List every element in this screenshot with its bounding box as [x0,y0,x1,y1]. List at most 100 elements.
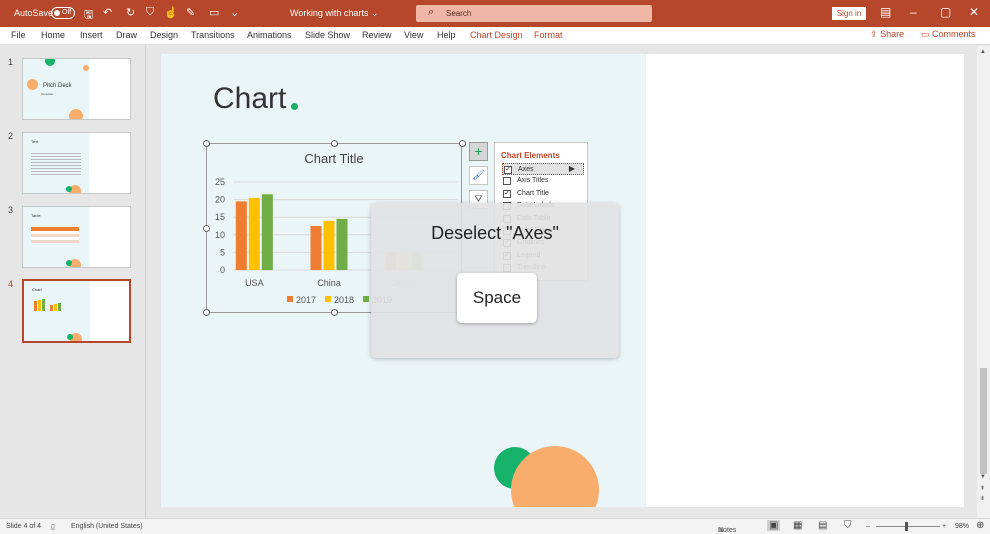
comments-button[interactable]: ▭ Comments [921,29,976,40]
chart-element-label: Chart Title [517,189,549,197]
legend-entry: 2017 [296,295,316,305]
slide-sorter-icon[interactable]: ▦ [793,520,802,531]
scroll-down-icon[interactable]: ▼ [980,474,986,480]
y-tick-label: 0 [220,265,225,275]
share-button[interactable]: ⇪ Share [870,29,904,40]
thumb-number: 1 [8,57,14,67]
comment-icon: ▭ [921,29,930,39]
tab-file[interactable]: File [11,30,26,40]
bar-usa-2019[interactable] [261,194,273,270]
thumb-bar [38,300,41,311]
y-tick-label: 25 [215,177,225,187]
submenu-arrow-icon[interactable]: ▶ [569,164,575,173]
thumb-title: Pitch Deck [43,83,72,89]
fit-to-window-icon[interactable]: ⊕ [976,520,984,531]
y-tick-label: 5 [220,247,225,257]
zoom-out-icon[interactable]: – [866,523,870,530]
thumb-title: Table [31,213,41,218]
undo-icon[interactable]: ↶ [103,6,112,19]
thumb-text-lines [31,151,81,177]
previous-slide-icon[interactable]: ⇞ [980,485,985,492]
tab-home[interactable]: Home [41,30,65,40]
checkbox[interactable]: ✓ [504,166,512,174]
zoom-level[interactable]: 98% [955,523,969,530]
tab-slide-show[interactable]: Slide Show [305,30,350,40]
signin-button[interactable]: Sign in [832,7,866,20]
title-bar: AutoSave Off 🖫 ↶ ↻ ⛉ ☝ ✎ ▭ ⌄ Working wit… [0,0,990,27]
tab-view[interactable]: View [404,30,423,40]
slide-thumbnail-4[interactable]: Chart [22,279,131,343]
close-icon[interactable]: ✕ [969,5,979,19]
bar-usa-2017[interactable] [235,201,247,270]
keystroke-overlay: Deselect "Axes" Space [371,203,619,358]
minimize-icon[interactable]: – [910,5,917,19]
slide-thumbnail-2[interactable]: Text [22,132,131,194]
zoom-slider-track[interactable] [876,526,940,527]
zoom-slider-thumb[interactable] [905,522,908,531]
y-tick-label: 10 [215,230,225,240]
touch-mode-icon[interactable]: ☝ [164,6,178,19]
present-icon[interactable]: ⛉ [146,6,154,19]
legend-swatch [325,296,331,302]
tab-chart-design[interactable]: Chart Design [470,30,523,40]
ribbon-display-icon[interactable]: ▤ [880,5,891,19]
checkbox[interactable] [503,177,511,186]
thumb-deco-dot [66,186,72,192]
bar-usa-2018[interactable] [248,197,260,270]
bar-china-2017[interactable] [310,226,322,270]
save-icon[interactable]: 🖫 [84,6,93,25]
checkbox[interactable]: ✓ [503,189,511,198]
x-axis-label: China [317,278,341,288]
thumb-bar [54,304,57,311]
thumb-title: Text [31,139,39,144]
y-tick-label: 20 [215,195,225,205]
maximize-icon[interactable]: ▢ [940,5,951,19]
chart-elements-button[interactable]: + [469,142,488,161]
chart-title[interactable]: Chart Title [304,151,363,166]
y-tick-label: 15 [215,212,225,222]
reading-view-icon[interactable]: ▤ [818,520,827,531]
tab-design[interactable]: Design [150,30,178,40]
document-title[interactable]: Working with charts ⌄ [290,8,378,19]
tab-transitions[interactable]: Transitions [191,30,235,40]
ribbon-tabs: File Home Insert Draw Design Transitions… [0,27,990,45]
tab-format[interactable]: Format [534,30,563,40]
bar-china-2019[interactable] [336,218,348,270]
heading-accent-dot [291,103,298,110]
shape-icon[interactable]: ▭ [209,6,219,19]
chart-element-axes[interactable]: ✓ Axes ▶ [502,163,584,175]
chart-element-chart-title[interactable]: ✓ Chart Title [502,188,584,200]
thumb-deco-dot [27,79,38,90]
slideshow-icon[interactable]: ⛉ [844,520,852,531]
scroll-up-icon[interactable]: ▲ [980,49,986,55]
search-placeholder: Search [446,9,472,18]
scroll-thumb[interactable] [980,368,987,474]
redo-icon[interactable]: ↻ [126,6,135,19]
normal-view-icon[interactable]: ▣ [767,520,781,531]
tab-animations[interactable]: Animations [247,30,292,40]
accessibility-icon[interactable]: ▯ [51,523,55,531]
customize-qat-icon[interactable]: ⌄ [230,6,239,19]
canvas-bottom-margin [161,507,990,518]
thumb-bar [58,303,61,311]
slide-heading[interactable]: Chart [213,82,286,116]
slide-thumbnail-1[interactable]: Pitch Deck Template [22,58,131,120]
slide-thumbnail-3[interactable]: Table [22,206,131,268]
tab-help[interactable]: Help [437,30,456,40]
bar-china-2018[interactable] [323,220,335,270]
chart-styles-button[interactable]: 🖌 [469,166,488,185]
slide-counter: Slide 4 of 4 [6,523,42,530]
chart-element-axis-titles[interactable]: Axis Titles [502,175,584,187]
language-label[interactable]: English (United States) [71,523,143,530]
next-slide-icon[interactable]: ⇟ [980,495,985,502]
slide-thumbnails-pane: 1 Pitch Deck Template 2 Text 3 Table 4 C… [0,46,146,518]
autosave-toggle[interactable]: Off [51,7,75,19]
tab-insert[interactable]: Insert [80,30,103,40]
tab-draw[interactable]: Draw [116,30,137,40]
vertical-scrollbar[interactable]: ▲ ▼ ⇞ ⇟ [977,46,990,518]
search-box[interactable]: ⌕ Search [416,5,652,22]
tab-review[interactable]: Review [362,30,392,40]
zoom-in-icon[interactable]: + [942,523,946,530]
search-icon: ⌕ [428,6,435,18]
format-painter-icon[interactable]: ✎ [186,6,195,19]
